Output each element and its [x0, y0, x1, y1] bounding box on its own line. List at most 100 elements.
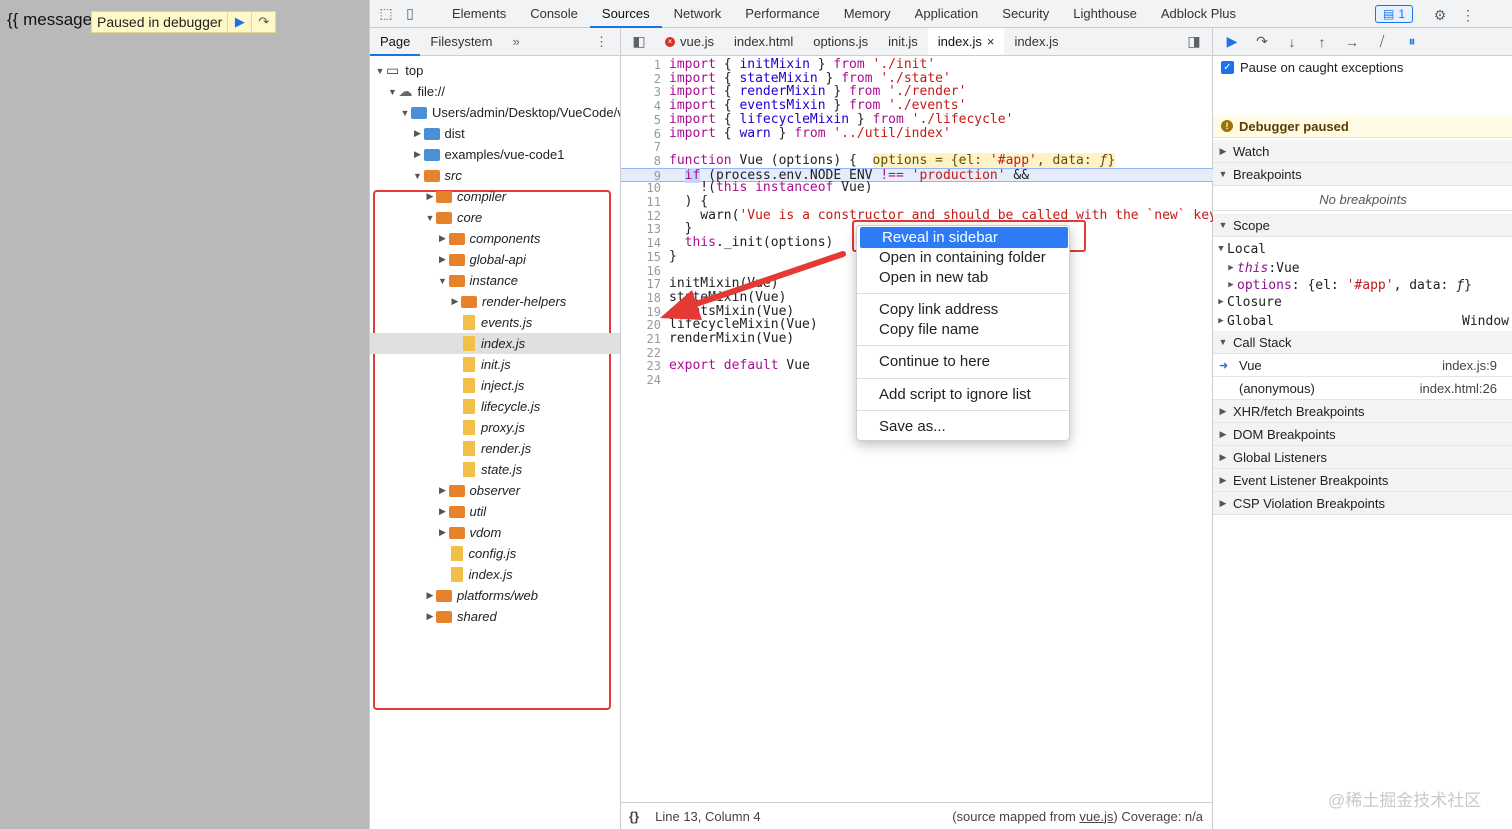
menu-item-save-as[interactable]: Save as... — [857, 416, 1071, 437]
tab-security[interactable]: Security — [990, 0, 1061, 28]
code-line[interactable]: 6 import { warn } from '../util/index' — [621, 126, 1213, 141]
event-listener-breakpointssection[interactable]: ▶ Event Listener Breakpoints — [1213, 469, 1512, 492]
resume-icon[interactable]: ▶ — [1219, 31, 1245, 53]
line-number[interactable]: 10 — [621, 181, 661, 195]
issues-badge[interactable]: ▤ 1 — [1375, 5, 1413, 23]
tab-sources[interactable]: Sources — [589, 0, 662, 28]
folder-item[interactable]: ▶ util — [370, 501, 620, 522]
folder-item[interactable]: ▶ compiler — [370, 186, 620, 207]
tab-lighthouse[interactable]: Lighthouse — [1061, 0, 1149, 28]
scope-options[interactable]: ▶ options: {el: '#app', data: ƒ} — [1225, 276, 1512, 294]
toggle-debugger-icon[interactable]: ◨ — [1182, 30, 1206, 54]
code-line[interactable]: 10 !(this instanceof Vue) — [621, 181, 1213, 196]
file-item[interactable]: config.js — [370, 543, 620, 564]
call-frame[interactable]: ➜ Vue index.js:9 — [1213, 354, 1512, 377]
menu-item-continue-to-here[interactable]: Continue to here — [857, 351, 1071, 372]
folder-item[interactable]: ▶ examples/vue-code1 — [370, 144, 620, 165]
pause-on-caught-row[interactable]: ✓ Pause on caught exceptions — [1213, 56, 1512, 79]
tab-application[interactable]: Application — [903, 0, 991, 28]
global-listenerssection[interactable]: ▶ Global Listeners — [1213, 446, 1512, 469]
line-number[interactable]: 4 — [621, 99, 661, 113]
file-item[interactable]: index.js — [370, 333, 620, 354]
folder-item[interactable]: ▶ render-helpers — [370, 291, 620, 312]
line-number[interactable]: 6 — [621, 127, 661, 141]
close-tab-icon[interactable]: × — [987, 28, 995, 55]
breakpoints-section[interactable]: ▼ Breakpoints — [1213, 163, 1512, 186]
file-item[interactable]: render.js — [370, 438, 620, 459]
inspect-element-icon[interactable]: ⬚ — [374, 2, 398, 26]
line-number[interactable]: 23 — [621, 359, 661, 373]
xhr-fetch-breakpointssection[interactable]: ▶ XHR/fetch Breakpoints — [1213, 400, 1512, 423]
line-number[interactable]: 16 — [621, 264, 661, 278]
watch-section[interactable]: ▶ Watch — [1213, 140, 1512, 163]
file-tab[interactable]: options.js — [803, 28, 878, 55]
menu-item-open-in-containing-folder[interactable]: Open in containing folder — [857, 247, 1071, 268]
file-tab[interactable]: init.js — [878, 28, 928, 55]
csp-violation-breakpointssection[interactable]: ▶ CSP Violation Breakpoints — [1213, 492, 1512, 515]
deactivate-breakpoints-icon[interactable]: ⧸ — [1369, 31, 1395, 53]
folder-item[interactable]: ▼ src — [370, 165, 620, 186]
pretty-print-icon[interactable]: {} — [629, 809, 639, 824]
file-item[interactable]: events.js — [370, 312, 620, 333]
folder-item[interactable]: ▶ observer — [370, 480, 620, 501]
line-number[interactable]: 3 — [621, 85, 661, 99]
menu-item-copy-link-address[interactable]: Copy link address — [857, 299, 1071, 320]
step-over-icon[interactable]: ↷ — [1249, 31, 1275, 53]
source-map-link[interactable]: vue.js — [1079, 809, 1113, 824]
file-item[interactable]: init.js — [370, 354, 620, 375]
menu-item-copy-file-name[interactable]: Copy file name — [857, 319, 1071, 340]
step-into-icon[interactable]: ↓ — [1279, 31, 1305, 53]
folder-item[interactable]: ▶ dist — [370, 123, 620, 144]
folder-item[interactable]: ▼ instance — [370, 270, 620, 291]
line-number[interactable]: 5 — [621, 113, 661, 127]
line-number[interactable]: 2 — [621, 72, 661, 86]
line-number[interactable]: 11 — [621, 195, 661, 209]
file-item[interactable]: inject.js — [370, 375, 620, 396]
tab-adblock-plus[interactable]: Adblock Plus — [1149, 0, 1248, 28]
pause-on-caught-checkbox[interactable]: ✓ — [1221, 61, 1234, 74]
step-over-icon[interactable]: ↷ — [251, 12, 275, 32]
folder-item[interactable]: ▶ global-api — [370, 249, 620, 270]
line-number[interactable]: 18 — [621, 291, 661, 305]
menu-item-open-in-new-tab[interactable]: Open in new tab — [857, 267, 1071, 288]
file-item[interactable]: index.js — [370, 564, 620, 585]
scope-global[interactable]: ▶ Global Window — [1213, 312, 1512, 330]
pause-on-exceptions-icon[interactable]: ⏸ — [1399, 31, 1425, 53]
line-number[interactable]: 12 — [621, 209, 661, 223]
line-number[interactable]: 19 — [621, 305, 661, 319]
tab-performance[interactable]: Performance — [733, 0, 831, 28]
line-number[interactable]: 14 — [621, 236, 661, 250]
line-number[interactable]: 8 — [621, 154, 661, 168]
navigator-menu-icon[interactable]: ⋮ — [595, 34, 608, 50]
line-number[interactable]: 22 — [621, 346, 661, 360]
tab-memory[interactable]: Memory — [832, 0, 903, 28]
call-stack-section[interactable]: ▼ Call Stack — [1213, 331, 1512, 354]
file-tab[interactable]: index.html — [724, 28, 803, 55]
folder-item[interactable]: ▶ platforms/web — [370, 585, 620, 606]
folder-item[interactable]: ▶ vdom — [370, 522, 620, 543]
frame-location[interactable]: index.html:26 — [1420, 381, 1497, 396]
step-out-icon[interactable]: ↑ — [1309, 31, 1335, 53]
line-number[interactable]: 24 — [621, 373, 661, 387]
folder-item[interactable]: ▼ ☁ file:// — [370, 81, 620, 102]
line-number[interactable]: 20 — [621, 318, 661, 332]
file-tab[interactable]: × vue.js — [655, 28, 724, 55]
device-toolbar-icon[interactable]: ▯ — [398, 2, 422, 26]
folder-item[interactable]: ▼ ▭ top — [370, 60, 620, 81]
frame-location[interactable]: index.js:9 — [1442, 358, 1497, 373]
code-line[interactable]: 8 function Vue (options) { options = {el:… — [621, 152, 1213, 168]
settings-gear-icon[interactable]: ⚙ — [1428, 3, 1452, 27]
folder-item[interactable]: ▼ core — [370, 207, 620, 228]
dom-breakpointssection[interactable]: ▶ DOM Breakpoints — [1213, 423, 1512, 446]
tab-console[interactable]: Console — [518, 0, 590, 28]
menu-item-add-script-to-ignore-list[interactable]: Add script to ignore list — [857, 384, 1071, 405]
file-item[interactable]: proxy.js — [370, 417, 620, 438]
folder-item[interactable]: ▶ shared — [370, 606, 620, 627]
folder-item[interactable]: ▶ components — [370, 228, 620, 249]
nav-tab-filesystem[interactable]: Filesystem — [420, 28, 502, 56]
file-tab[interactable]: index.js — [1004, 28, 1068, 55]
file-tab[interactable]: index.js × — [927, 28, 1005, 55]
line-number[interactable]: 7 — [621, 140, 661, 154]
line-number[interactable]: 17 — [621, 277, 661, 291]
more-options-icon[interactable]: ⋮ — [1456, 3, 1480, 27]
